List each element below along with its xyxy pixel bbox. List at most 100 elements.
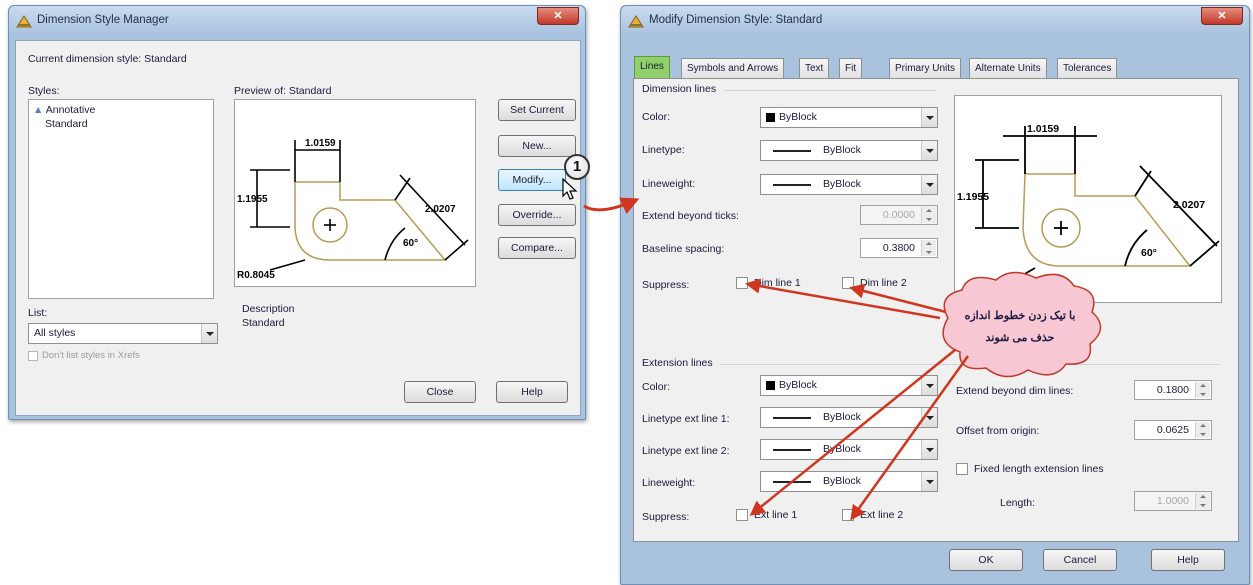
override-button[interactable]: Override... <box>498 204 576 226</box>
modify-preview-panel: 1.0159 1.1955 2.0207 60° R0.8045 <box>954 95 1222 303</box>
ext-line-2-label: Ext line 2 <box>860 509 904 521</box>
ext-suppress-label: Suppress: <box>642 511 690 523</box>
help-button[interactable]: Help <box>496 381 568 403</box>
dim-color-select[interactable]: ByBlock <box>760 107 938 128</box>
ok-button[interactable]: OK <box>949 549 1023 571</box>
extend-beyond-dim-lines-field[interactable]: 0.1800 <box>1134 380 1212 400</box>
spin-arrows-icon[interactable] <box>921 207 936 223</box>
fixed-length-ext-lines-checkbox[interactable] <box>956 463 968 475</box>
modify-close-icon[interactable]: ✕ <box>1201 7 1243 25</box>
tab-fit[interactable]: Fit <box>839 58 863 78</box>
annotative-icon: ▲ <box>33 104 46 116</box>
tab-primary-units[interactable]: Primary Units <box>889 58 962 78</box>
ext-lineweight-select[interactable]: ByBlock <box>760 471 938 492</box>
spin-arrows-icon[interactable] <box>921 240 936 256</box>
ext-linetype-1-value: ByBlock <box>823 411 861 423</box>
autocad-dimstyle-icon <box>628 15 644 28</box>
dont-list-xrefs-checkbox[interactable] <box>28 351 38 361</box>
ext-lineweight-label: Lineweight: <box>642 477 696 489</box>
tab-lines[interactable]: Lines <box>634 56 670 80</box>
ext-linetype-2-value: ByBlock <box>823 443 861 455</box>
dim-color-label: Color: <box>642 111 671 123</box>
preview-label: Preview of: Standard <box>234 85 332 97</box>
modify-preview-drawing: 1.0159 1.1955 2.0207 60° R0.8045 <box>957 123 1220 301</box>
ext-lineweight-value: ByBlock <box>823 475 861 487</box>
modify-help-button[interactable]: Help <box>1151 549 1225 571</box>
suppress-dim-line-2-checkbox[interactable] <box>842 277 854 289</box>
spin-arrows-icon[interactable] <box>1195 493 1210 509</box>
linetype-sample-icon <box>773 449 811 451</box>
ext-line-1-label: Ext line 1 <box>754 509 798 521</box>
set-current-button[interactable]: Set Current <box>498 99 576 121</box>
extension-lines-group-label: Extension lines <box>642 357 713 369</box>
list-item[interactable]: ▲ Annotative <box>33 104 95 116</box>
manager-titlebar[interactable]: Dimension Style Manager ✕ <box>9 6 585 36</box>
cancel-button[interactable]: Cancel <box>1043 549 1117 571</box>
description-value: Standard <box>242 317 285 329</box>
suppress-dim-line-1-checkbox[interactable] <box>736 277 748 289</box>
preview-dim-diag: 2.0207 <box>1173 199 1205 211</box>
modify-button[interactable]: Modify... <box>498 169 566 191</box>
chevron-down-icon[interactable] <box>921 141 937 160</box>
lineweight-sample-icon <box>773 184 811 186</box>
ext-linetype-2-select[interactable]: ByBlock <box>760 439 938 460</box>
dim-line-2-label: Dim line 2 <box>860 277 907 289</box>
list-item[interactable]: Standard <box>45 118 88 130</box>
dim-linetype-label: Linetype: <box>642 144 685 156</box>
manager-close-icon[interactable]: ✕ <box>537 7 579 25</box>
style-annotative: Annotative <box>45 104 96 116</box>
list-filter-select[interactable]: All styles <box>28 323 218 344</box>
baseline-spacing-label: Baseline spacing: <box>642 243 725 255</box>
tab-text[interactable]: Text <box>799 58 830 78</box>
ext-color-value: ByBlock <box>779 379 817 391</box>
preview-dim-top: 1.0159 <box>1027 123 1059 135</box>
suppress-ext-line-1-checkbox[interactable] <box>736 509 748 521</box>
modify-dimension-style-window: Modify Dimension Style: Standard ✕ Lines… <box>620 5 1250 585</box>
spin-arrows-icon[interactable] <box>1195 382 1210 398</box>
spin-arrows-icon[interactable] <box>1195 422 1210 438</box>
dim-lineweight-select[interactable]: ByBlock <box>760 174 938 195</box>
dim-linetype-select[interactable]: ByBlock <box>760 140 938 161</box>
close-button[interactable]: Close <box>404 381 476 403</box>
modify-titlebar[interactable]: Modify Dimension Style: Standard ✕ <box>621 6 1249 36</box>
baseline-spacing-field[interactable]: 0.3800 <box>860 238 938 258</box>
mouse-cursor-icon <box>562 178 578 200</box>
extend-beyond-ticks-field[interactable]: 0.0000 <box>860 205 938 225</box>
description-label: Description <box>242 303 295 315</box>
dim-color-value: ByBlock <box>779 111 817 123</box>
compare-button[interactable]: Compare... <box>498 237 576 259</box>
new-button[interactable]: New... <box>498 135 576 157</box>
styles-list[interactable]: ▲ Annotative Standard <box>28 99 214 299</box>
ext-color-label: Color: <box>642 381 671 393</box>
ext-color-select[interactable]: ByBlock <box>760 375 938 396</box>
chevron-down-icon[interactable] <box>921 108 937 127</box>
dim-linetype-value: ByBlock <box>823 144 861 156</box>
offset-from-origin-field[interactable]: 0.0625 <box>1134 420 1212 440</box>
extend-beyond-dim-lines-label: Extend beyond dim lines: <box>956 385 1074 397</box>
length-field[interactable]: 1.0000 <box>1134 491 1212 511</box>
list-filter-value: All styles <box>34 327 76 339</box>
tab-tolerances[interactable]: Tolerances <box>1057 58 1118 78</box>
extend-beyond-dim-lines-value: 0.1800 <box>1156 384 1189 396</box>
preview-angle: 60° <box>403 238 418 249</box>
dim-suppress-label: Suppress: <box>642 279 690 291</box>
chevron-down-icon[interactable] <box>201 324 217 343</box>
chevron-down-icon[interactable] <box>921 408 937 427</box>
preview-dim-diag: 2.0207 <box>425 204 456 215</box>
preview-angle: 60° <box>1141 247 1157 259</box>
ext-linetype-1-select[interactable]: ByBlock <box>760 407 938 428</box>
current-style-text: Current dimension style: Standard <box>28 53 187 65</box>
suppress-ext-line-2-checkbox[interactable] <box>842 509 854 521</box>
chevron-down-icon[interactable] <box>921 376 937 395</box>
chevron-down-icon[interactable] <box>921 472 937 491</box>
styles-label: Styles: <box>28 85 60 97</box>
chevron-down-icon[interactable] <box>921 175 937 194</box>
tab-symbols-and-arrows[interactable]: Symbols and Arrows <box>681 58 785 78</box>
ext-linetype-1-label: Linetype ext line 1: <box>642 413 730 425</box>
lineweight-sample-icon <box>773 481 811 483</box>
annotation-line-2: حذف می شوند <box>985 332 1055 344</box>
chevron-down-icon[interactable] <box>921 440 937 459</box>
tab-alternate-units[interactable]: Alternate Units <box>969 58 1047 78</box>
extend-beyond-ticks-value: 0.0000 <box>882 209 915 221</box>
manager-preview-panel: 1.0159 1.1955 2.0207 60° R0.8045 <box>234 99 476 287</box>
